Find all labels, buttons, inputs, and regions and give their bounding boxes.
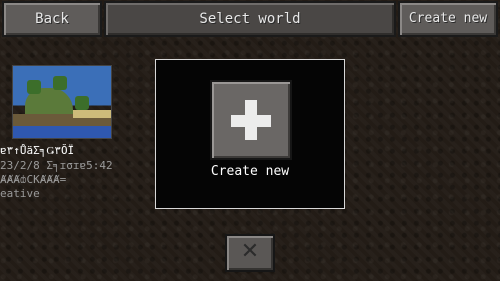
world-thumbnail[interactable] xyxy=(12,65,112,139)
thumbnail-tree xyxy=(75,96,89,110)
top-bar: Back Select world Create new xyxy=(0,0,500,38)
create-new-label: Create new xyxy=(210,164,290,179)
world-seed: ȺȺȺȸCKȺȺȺ= xyxy=(0,173,67,186)
thumbnail-sand xyxy=(73,110,111,118)
page-title: Select world xyxy=(104,1,396,37)
plus-icon xyxy=(245,100,257,140)
thumbnail-tree xyxy=(53,76,67,90)
world-list-item[interactable]: ɐ٣↑ŮäΣ╕Ǥ٣ŎΪ 23/2/8 Σ╕ɪσɪɐ5:42 ȺȺȺȸCKȺȺȺ=… xyxy=(0,64,150,214)
create-new-plus-button[interactable] xyxy=(210,80,292,160)
world-date: 23/2/8 Σ╕ɪσɪɐ5:42 xyxy=(0,159,113,172)
close-button[interactable]: ✕ xyxy=(225,234,275,272)
back-button[interactable]: Back xyxy=(2,1,102,37)
thumbnail-tree xyxy=(27,80,41,94)
close-icon: ✕ xyxy=(240,239,260,264)
create-new-button[interactable]: Create new xyxy=(398,1,498,37)
thumbnail-water xyxy=(13,126,111,138)
world-mode: eative xyxy=(0,187,40,200)
world-name: ɐ٣↑ŮäΣ╕Ǥ٣ŎΪ xyxy=(0,144,75,157)
create-new-panel: Create new xyxy=(155,59,345,209)
